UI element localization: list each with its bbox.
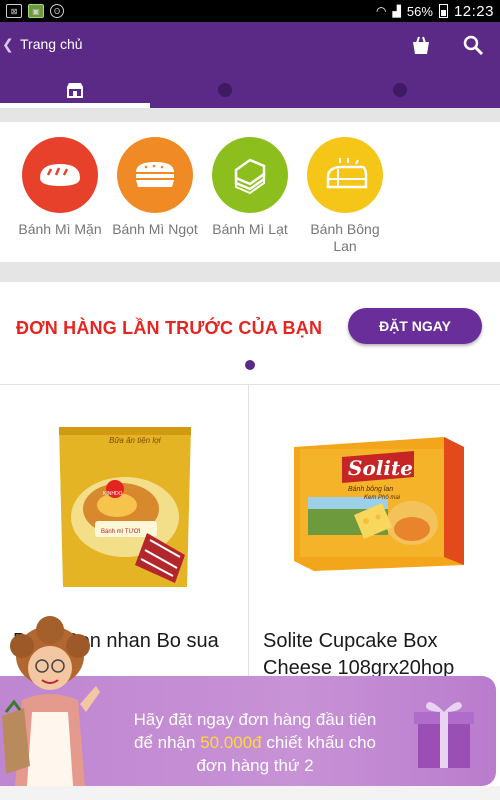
app-bar: ❮ Trang chủ [0,22,500,108]
app-notification-icon: ▣ [28,4,44,18]
back-chevron-icon[interactable]: ❮ [2,36,14,53]
wifi-icon: ◠ [375,4,387,18]
promo-line-2-post: chiết khấu cho [261,733,376,752]
category-banh-mi-man[interactable]: Bánh Mì Mặn [15,137,105,238]
package-text: Bữa ăn tiện lợi [109,436,161,445]
category-label: Bánh Mì Mặn [18,221,102,237]
package-text: Kem Phô mai [364,495,401,501]
product-image: Solite Bánh bông lan Kem Phô mai [294,437,464,571]
promo-amount: 50.000đ [200,733,262,752]
signal-icon: ▟ [392,5,401,18]
status-bar: ⊠ ▣ ʘ ◠ ▟ 56% 12:23 [0,0,500,22]
category-label: Bánh Mì Ngọt [112,221,198,237]
messenger-icon: ʘ [50,4,64,18]
package-text: Bánh bông lan [348,486,393,493]
promo-line-2-pre: để nhận [134,733,201,752]
package-text: Bánh mì TƯƠI [101,529,141,535]
store-icon [67,83,83,98]
product-image: Bữa ăn tiện lợi KINHDO Bánh mì TƯƠI [59,427,191,587]
section-title: ĐƠN HÀNG LẦN TRƯỚC CỦA BẠN [16,318,323,338]
category-label: Bánh Bông Lan [310,221,380,254]
tab-store[interactable] [0,72,150,108]
product-name[interactable]: Solite Cupcake Box Cheese 108grx20hop [263,628,495,682]
notification-icon: ⊠ [6,4,22,18]
battery-icon [438,4,448,18]
promo-line-3: đơn hàng thứ 2 [196,756,314,775]
shopping-bag-icon[interactable] [410,34,432,56]
sponge-cake-icon [307,137,383,213]
grandma-mascot-image [2,616,100,800]
previous-order-section: ĐƠN HÀNG LẦN TRƯỚC CỦA BẠN ĐẶT NGAY [0,282,500,384]
bottom-strip [0,786,500,800]
clock: 12:23 [453,2,494,20]
pager-dot[interactable] [245,360,255,370]
promo-line-1: Hãy đặt ngay đơn hàng đầu tiên [133,710,377,729]
category-banh-bong-lan[interactable]: Bánh Bông Lan [300,137,390,255]
brand-logo: KINHDO [103,491,123,497]
bread-loaf-icon [22,137,98,213]
search-icon[interactable] [462,34,484,56]
orders-icon [218,83,232,97]
promo-text: Hãy đặt ngay đơn hàng đầu tiên để nhận 5… [110,708,400,777]
order-now-button[interactable]: ĐẶT NGAY [348,308,482,344]
category-row: Bánh Mì Mặn Bánh Mì Ngọt Bánh Mì Lạt Bán… [0,122,500,262]
tab-orders[interactable] [150,72,300,108]
divider [0,108,500,122]
gift-box-icon [414,702,474,768]
category-banh-mi-ngot[interactable]: Bánh Mì Ngọt [110,137,200,238]
account-icon [393,83,407,97]
category-label: Bánh Mì Lạt [212,221,288,237]
tab-account[interactable] [300,72,500,108]
battery-percent: 56% [406,3,433,19]
page-title[interactable]: Trang chủ [20,36,83,52]
sandwich-icon [117,137,193,213]
bread-slices-icon [212,137,288,213]
category-banh-mi-lat[interactable]: Bánh Mì Lạt [205,137,295,238]
brand-logo: Solite [348,456,413,480]
divider [0,262,500,282]
tab-bar [0,72,500,108]
screen: ⊠ ▣ ʘ ◠ ▟ 56% 12:23 ❮ Trang chủ Bánh Mì … [0,0,500,800]
